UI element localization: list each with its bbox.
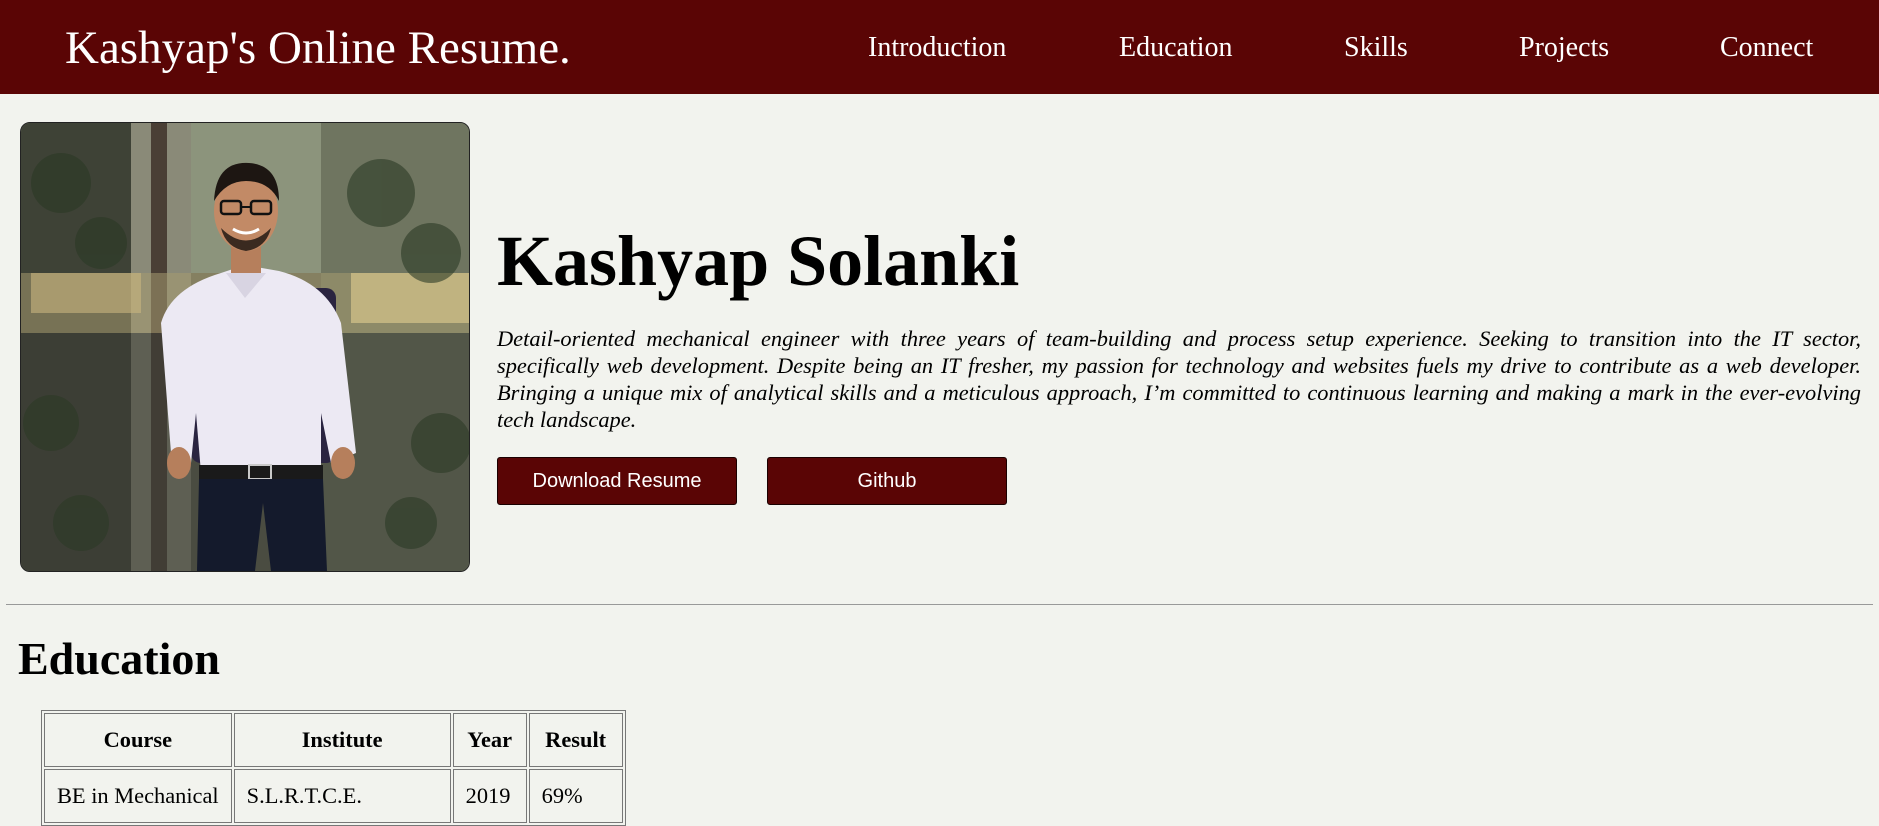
column-header-course: Course — [44, 713, 232, 767]
profile-summary: Detail-oriented mechanical engineer with… — [497, 326, 1861, 432]
table-cell-course: BE in Mechanical — [44, 769, 232, 823]
table-row: BE in Mechanical S.L.R.T.C.E. 2019 69% — [44, 769, 623, 823]
download-resume-button[interactable]: Download Resume — [497, 457, 737, 505]
site-brand[interactable]: Kashyap's Online Resume. — [65, 20, 571, 76]
table-cell-institute: S.L.R.T.C.E. — [233, 769, 451, 823]
nav-link-introduction[interactable]: Introduction — [868, 30, 1006, 66]
column-header-result: Result — [528, 713, 623, 767]
section-divider — [6, 604, 1873, 605]
nav-link-education[interactable]: Education — [1119, 30, 1233, 66]
nav-link-connect[interactable]: Connect — [1720, 30, 1813, 66]
column-header-year: Year — [452, 713, 527, 767]
profile-photo — [20, 122, 470, 572]
table-cell-year: 2019 — [452, 769, 527, 823]
profile-name: Kashyap Solanki — [497, 221, 1020, 301]
table-cell-result: 69% — [528, 769, 623, 823]
column-header-institute: Institute — [233, 713, 451, 767]
table-header-row: Course Institute Year Result — [44, 713, 623, 767]
education-heading: Education — [18, 633, 220, 684]
nav-link-skills[interactable]: Skills — [1344, 30, 1408, 66]
github-button[interactable]: Github — [767, 457, 1007, 505]
education-table: Course Institute Year Result BE in Mecha… — [41, 710, 626, 826]
navbar: Kashyap's Online Resume. Introduction Ed… — [0, 0, 1879, 94]
nav-link-projects[interactable]: Projects — [1519, 30, 1609, 66]
